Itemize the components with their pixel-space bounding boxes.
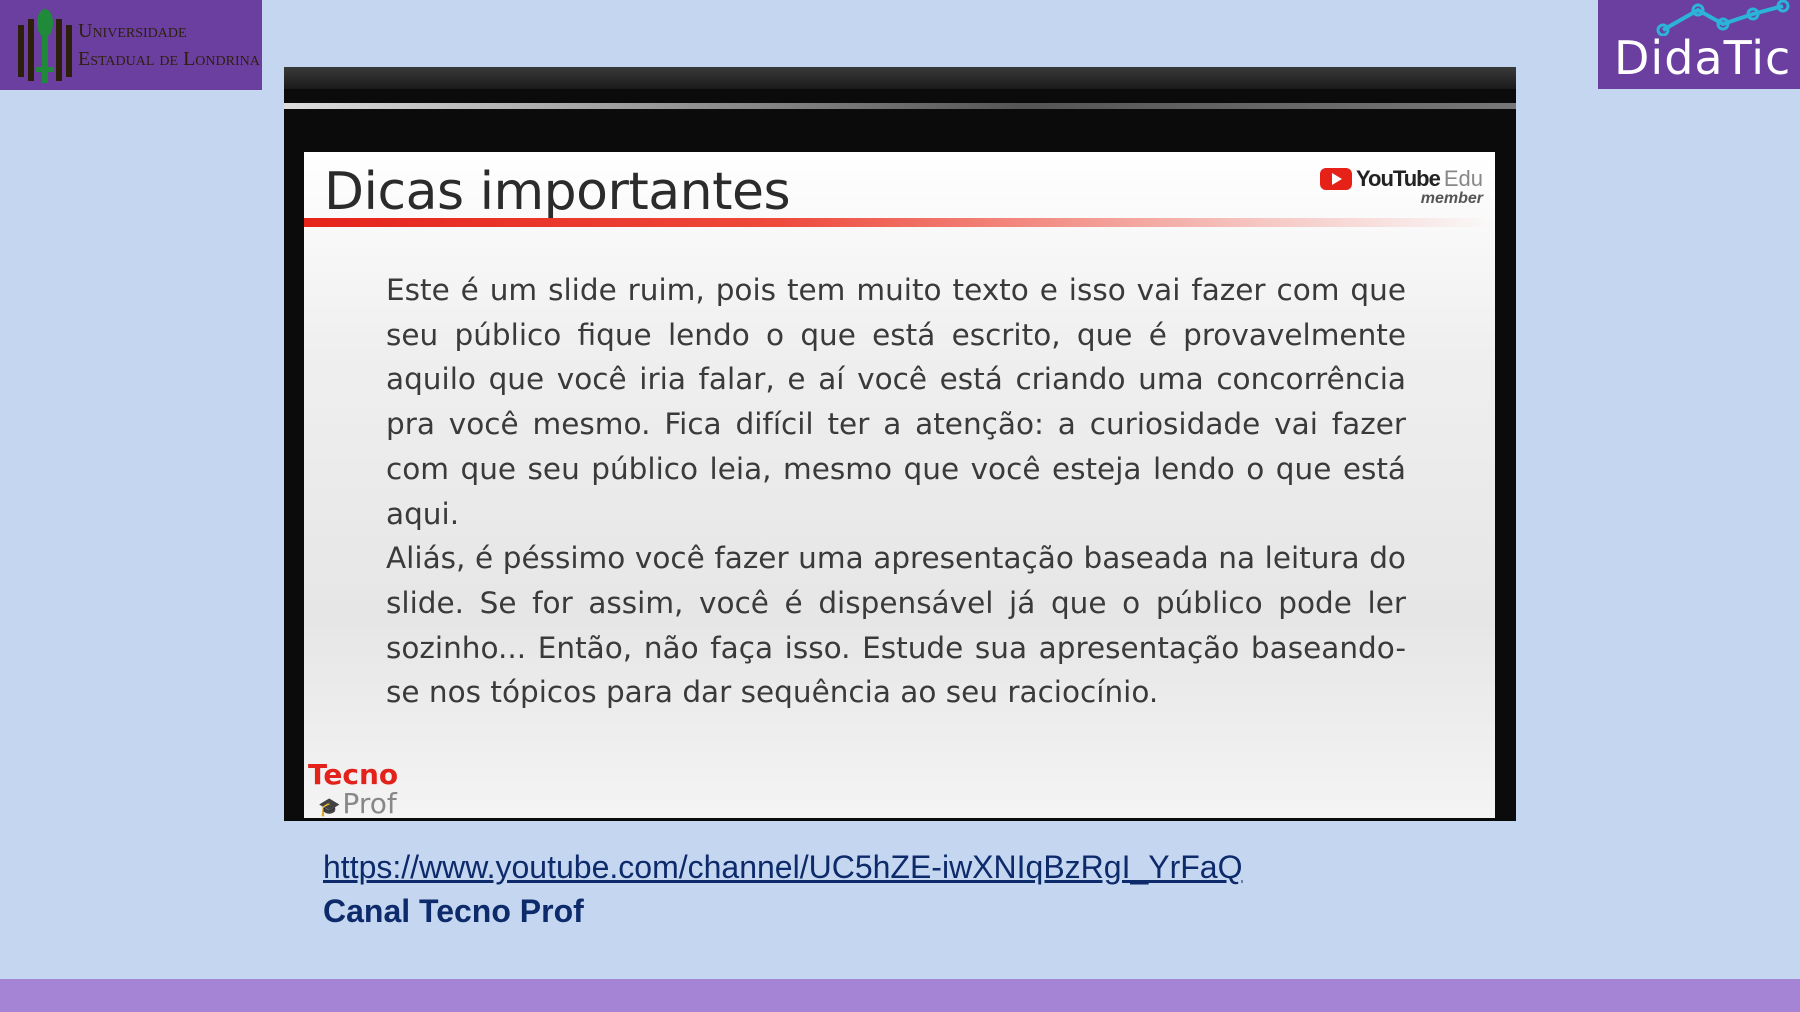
bottom-band [0,979,1800,1012]
didatic-logo: DidaTic [1598,0,1800,89]
slide-title: Dicas importantes [324,162,791,222]
didatic-name: DidaTic [1614,31,1792,85]
channel-name: Canal Tecno Prof [323,893,584,929]
uel-name: Universidade Estadual de Londrina [78,17,260,73]
uel-line-2: Estadual de Londrina [78,48,260,70]
prof-word: Prof [342,787,397,820]
tecno-prof-logo: Tecno 🎓Prof [308,760,398,821]
youtube-play-icon [1320,168,1352,190]
uel-line-1: Universidade [78,20,187,42]
slide-title-underline [304,218,1495,227]
youtube-member-word: member [1420,190,1483,207]
graduation-cap-icon: 🎓 [318,797,341,818]
frame-bar [284,103,1516,109]
slide-body-text: Este é um slide ruim, pois tem muito tex… [386,268,1406,715]
uel-emblem-icon [18,9,72,83]
slide-paragraph-1: Este é um slide ruim, pois tem muito tex… [386,273,1406,531]
youtube-channel-link[interactable]: https://www.youtube.com/channel/UC5hZE-i… [323,849,1242,885]
slide-paragraph-2: Aliás, é péssimo você fazer uma apresent… [386,541,1406,710]
uel-logo: Universidade Estadual de Londrina [0,0,262,90]
youtube-edu-word: Edu [1443,166,1483,191]
frame-top-strip [284,67,1516,89]
embedded-slide: Dicas importantes YouTube Edu member Est… [304,152,1495,818]
youtube-edu-badge: YouTube Edu member [1320,166,1483,208]
tecno-word: Tecno [308,758,399,791]
youtube-word: YouTube [1356,166,1441,191]
video-screenshot: Dicas importantes YouTube Edu member Est… [284,67,1516,821]
